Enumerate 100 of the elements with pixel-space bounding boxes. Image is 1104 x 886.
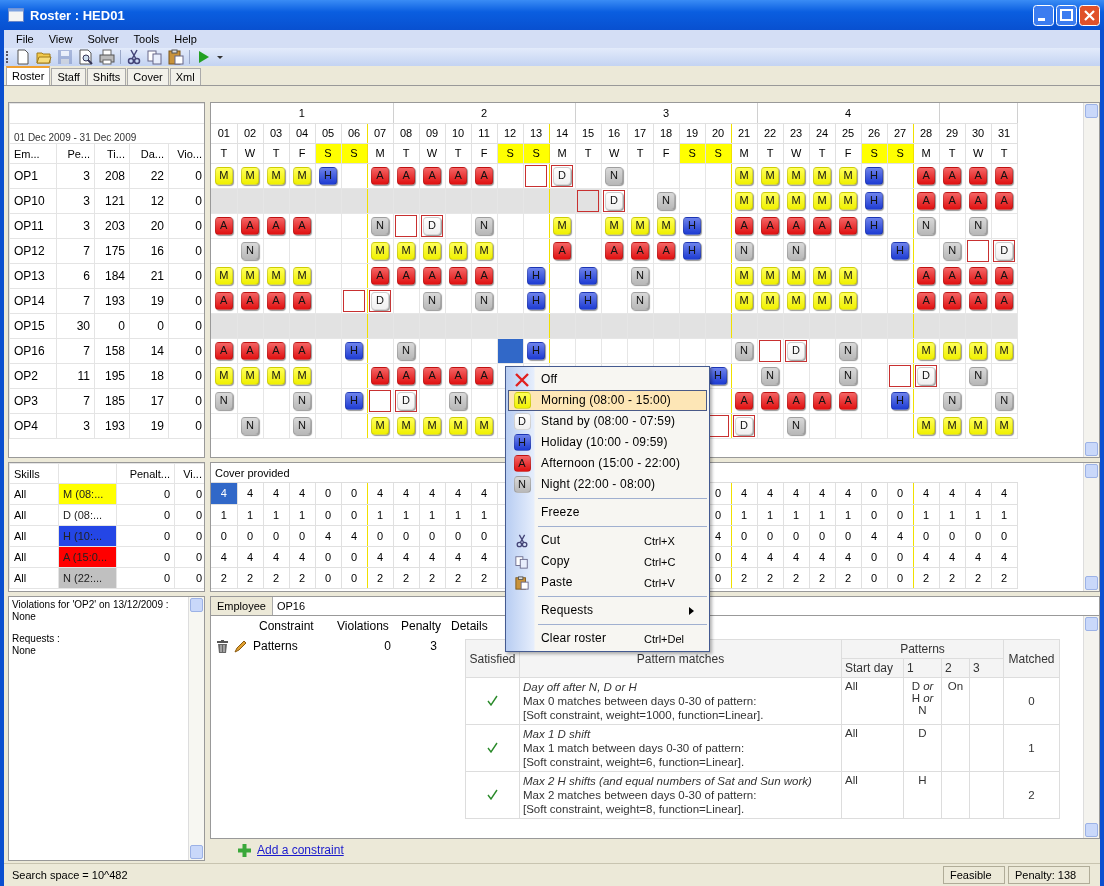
roster-cell[interactable] bbox=[705, 288, 732, 313]
table-cell[interactable]: 2 bbox=[393, 567, 419, 588]
table-cell[interactable]: 4 bbox=[315, 525, 341, 546]
table-cell[interactable]: 4 bbox=[445, 546, 471, 567]
roster-cell[interactable] bbox=[861, 413, 888, 438]
employee-name[interactable]: OP1 bbox=[9, 163, 57, 189]
table-cell[interactable]: 4 bbox=[757, 546, 783, 567]
maximize-button[interactable] bbox=[1056, 4, 1077, 26]
table-cell[interactable]: 4 bbox=[367, 483, 393, 504]
menu-item[interactable]: A Afternoon (15:00 - 22:00) bbox=[508, 453, 707, 474]
table-cell[interactable]: 1 bbox=[263, 504, 289, 525]
roster-cell[interactable] bbox=[887, 163, 914, 188]
roster-cell[interactable] bbox=[523, 163, 550, 188]
roster-cell[interactable] bbox=[393, 213, 420, 238]
roster-cell[interactable] bbox=[939, 213, 966, 238]
roster-cell[interactable] bbox=[315, 388, 341, 413]
table-cell[interactable]: 2 bbox=[783, 567, 809, 588]
roster-cell[interactable] bbox=[809, 413, 836, 438]
roster-cell[interactable] bbox=[679, 188, 706, 213]
roster-cell[interactable] bbox=[991, 213, 1018, 238]
table-cell[interactable]: 2 bbox=[757, 567, 783, 588]
table-cell[interactable]: 0 bbox=[341, 546, 367, 567]
table-cell[interactable]: 0 bbox=[341, 567, 367, 588]
roster-cell[interactable] bbox=[523, 238, 550, 263]
table-cell[interactable]: 4 bbox=[263, 546, 289, 567]
table-cell[interactable]: 4 bbox=[731, 546, 757, 567]
roster-cell[interactable] bbox=[861, 263, 888, 288]
table-cell[interactable]: 0 bbox=[445, 525, 471, 546]
roster-cell[interactable] bbox=[627, 163, 654, 188]
table-cell[interactable]: 4 bbox=[445, 483, 471, 504]
table-cell[interactable]: 4 bbox=[991, 546, 1017, 567]
table-cell[interactable]: 2 bbox=[965, 567, 991, 588]
table-cell[interactable]: 2 bbox=[237, 567, 263, 588]
scrollbar[interactable] bbox=[1083, 103, 1099, 457]
roster-cell[interactable] bbox=[367, 338, 394, 363]
menu-item[interactable]: N Night (22:00 - 08:00) bbox=[508, 474, 707, 495]
table-cell[interactable]: 0 bbox=[471, 525, 497, 546]
close-button[interactable] bbox=[1079, 4, 1100, 26]
table-cell[interactable]: 4 bbox=[913, 483, 939, 504]
table-cell[interactable]: 0 bbox=[861, 546, 887, 567]
table-cell[interactable]: 4 bbox=[237, 546, 263, 567]
roster-cell[interactable] bbox=[497, 288, 524, 313]
roster-cell[interactable] bbox=[601, 263, 628, 288]
menu-item[interactable]: M Morning (08:00 - 15:00) bbox=[508, 390, 707, 411]
roster-cell[interactable] bbox=[341, 263, 367, 288]
roster-cell[interactable] bbox=[341, 238, 367, 263]
table-cell[interactable]: 0 bbox=[315, 546, 341, 567]
trash-icon[interactable] bbox=[217, 639, 228, 653]
table-cell[interactable]: 0 bbox=[887, 567, 913, 588]
table-cell[interactable]: 0 bbox=[861, 567, 887, 588]
roster-cell[interactable] bbox=[887, 263, 914, 288]
roster-cell[interactable] bbox=[445, 213, 472, 238]
table-cell[interactable]: 2 bbox=[835, 567, 861, 588]
table-cell[interactable]: 0 bbox=[341, 504, 367, 525]
table-cell[interactable]: 0 bbox=[289, 525, 315, 546]
menu-item[interactable]: Cut Ctrl+X bbox=[508, 530, 707, 551]
roster-cell[interactable] bbox=[523, 213, 550, 238]
table-cell[interactable]: 1 bbox=[237, 504, 263, 525]
table-cell[interactable]: 4 bbox=[783, 483, 809, 504]
table-cell[interactable]: 2 bbox=[731, 567, 757, 588]
table-cell[interactable]: 1 bbox=[757, 504, 783, 525]
roster-cell[interactable] bbox=[887, 338, 914, 363]
employee-name[interactable]: OP14 bbox=[9, 288, 57, 314]
roster-cell[interactable] bbox=[809, 238, 836, 263]
roster-cell[interactable] bbox=[445, 288, 472, 313]
table-cell[interactable]: 0 bbox=[315, 567, 341, 588]
table-cell[interactable]: 0 bbox=[965, 525, 991, 546]
table-cell[interactable]: 4 bbox=[809, 483, 835, 504]
roster-cell[interactable] bbox=[393, 288, 420, 313]
roster-cell[interactable] bbox=[887, 213, 914, 238]
scissors-icon[interactable] bbox=[126, 49, 142, 65]
pencil-icon[interactable] bbox=[234, 639, 247, 653]
table-cell[interactable]: 4 bbox=[887, 525, 913, 546]
table-cell[interactable]: 0 bbox=[861, 483, 887, 504]
menu-item[interactable]: H Holiday (10:00 - 09:59) bbox=[508, 432, 707, 453]
table-cell[interactable]: 0 bbox=[861, 504, 887, 525]
table-cell[interactable]: 1 bbox=[445, 504, 471, 525]
table-cell[interactable]: 0 bbox=[887, 546, 913, 567]
roster-cell[interactable] bbox=[575, 213, 602, 238]
roster-cell[interactable] bbox=[315, 288, 341, 313]
roster-cell[interactable] bbox=[497, 213, 524, 238]
table-cell[interactable]: 4 bbox=[367, 546, 393, 567]
roster-cell[interactable] bbox=[445, 338, 472, 363]
table-cell[interactable]: 4 bbox=[757, 483, 783, 504]
minimize-button[interactable] bbox=[1033, 4, 1054, 26]
menu-item[interactable]: Help bbox=[168, 33, 206, 45]
table-cell[interactable]: 0 bbox=[991, 525, 1017, 546]
menu-item[interactable]: Tools bbox=[127, 33, 169, 45]
roster-cell[interactable] bbox=[757, 238, 784, 263]
roster-cell[interactable] bbox=[965, 238, 992, 263]
roster-cell[interactable] bbox=[237, 388, 263, 413]
menu-item[interactable]: Freeze bbox=[508, 502, 707, 523]
print-preview-icon[interactable] bbox=[78, 49, 94, 65]
tab[interactable]: Cover bbox=[127, 68, 169, 85]
menu-item[interactable]: Requests bbox=[508, 600, 707, 621]
table-cell[interactable]: 2 bbox=[367, 567, 393, 588]
table-cell[interactable]: 2 bbox=[445, 567, 471, 588]
table-cell[interactable]: 0 bbox=[367, 525, 393, 546]
table-cell[interactable]: 0 bbox=[263, 525, 289, 546]
employee-name[interactable]: OP4 bbox=[9, 413, 57, 439]
